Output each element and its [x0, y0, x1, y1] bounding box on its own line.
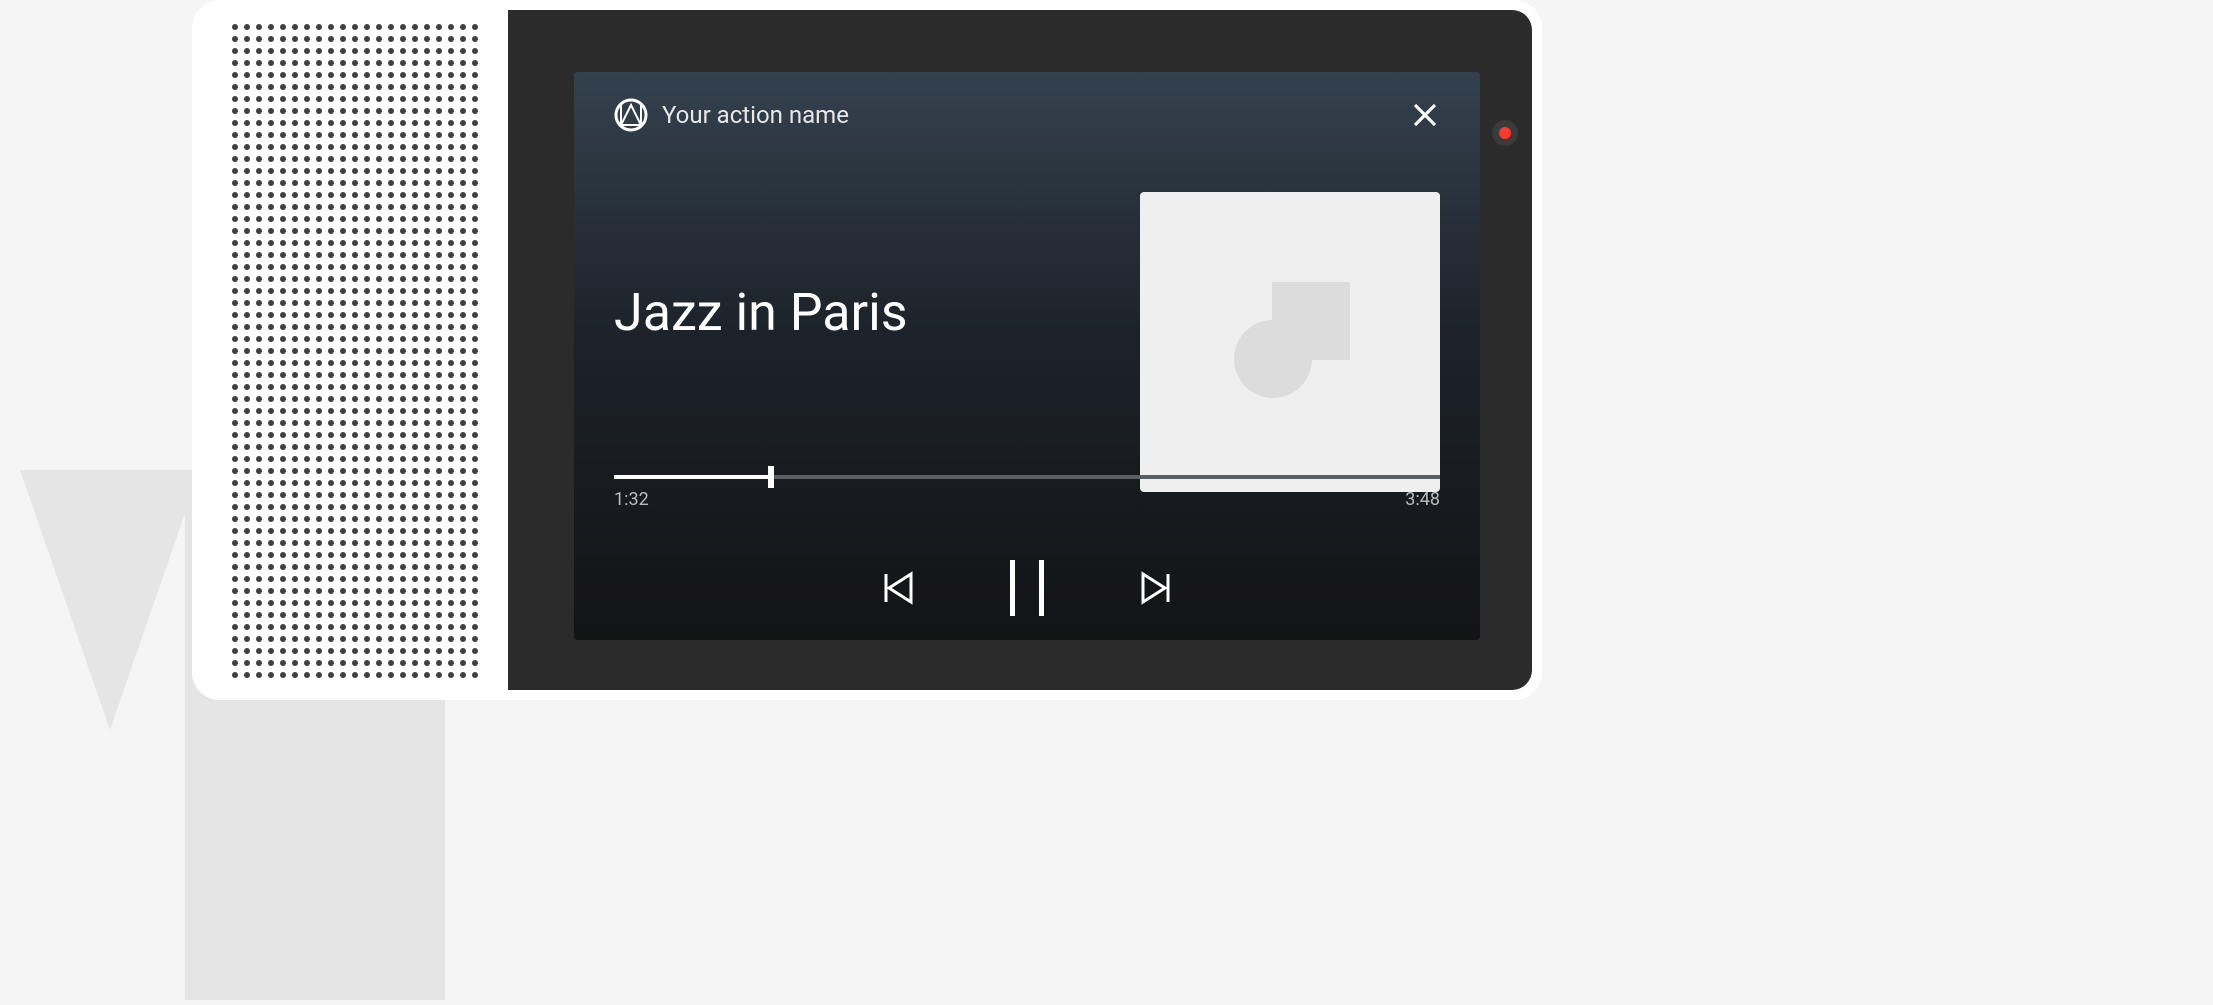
recording-led-icon — [1492, 120, 1518, 146]
action-name-label: Your action name — [662, 101, 1396, 129]
progress-bar[interactable] — [614, 475, 1440, 479]
device-shadow-triangle — [20, 470, 200, 730]
album-art-placeholder — [1140, 192, 1440, 492]
close-button[interactable] — [1410, 100, 1440, 130]
media-player-card: Your action name Jazz in Paris — [574, 72, 1480, 640]
pause-button[interactable] — [1003, 564, 1051, 612]
playback-controls — [574, 564, 1480, 612]
elapsed-time: 1:32 — [614, 489, 649, 510]
skip-next-button[interactable] — [1131, 564, 1179, 612]
display-screen: Your action name Jazz in Paris — [508, 10, 1532, 690]
progress-area: 1:32 3:48 — [614, 475, 1440, 510]
skip-next-icon — [1137, 570, 1173, 606]
action-logo-icon — [614, 98, 648, 132]
pause-bar-right — [1039, 560, 1044, 616]
total-duration: 3:48 — [1405, 489, 1440, 510]
progress-thumb[interactable] — [768, 466, 774, 488]
skip-previous-icon — [881, 570, 917, 606]
speaker-grille — [232, 24, 484, 678]
track-title: Jazz in Paris — [614, 282, 908, 343]
card-header: Your action name — [614, 98, 1440, 132]
skip-previous-button[interactable] — [875, 564, 923, 612]
placeholder-circle-icon — [1234, 320, 1312, 398]
pause-bar-left — [1010, 560, 1015, 616]
smart-display-device: Your action name Jazz in Paris — [192, 0, 1542, 700]
speaker-panel — [192, 0, 508, 700]
progress-fill — [614, 475, 771, 479]
card-body: Jazz in Paris — [614, 192, 1440, 492]
